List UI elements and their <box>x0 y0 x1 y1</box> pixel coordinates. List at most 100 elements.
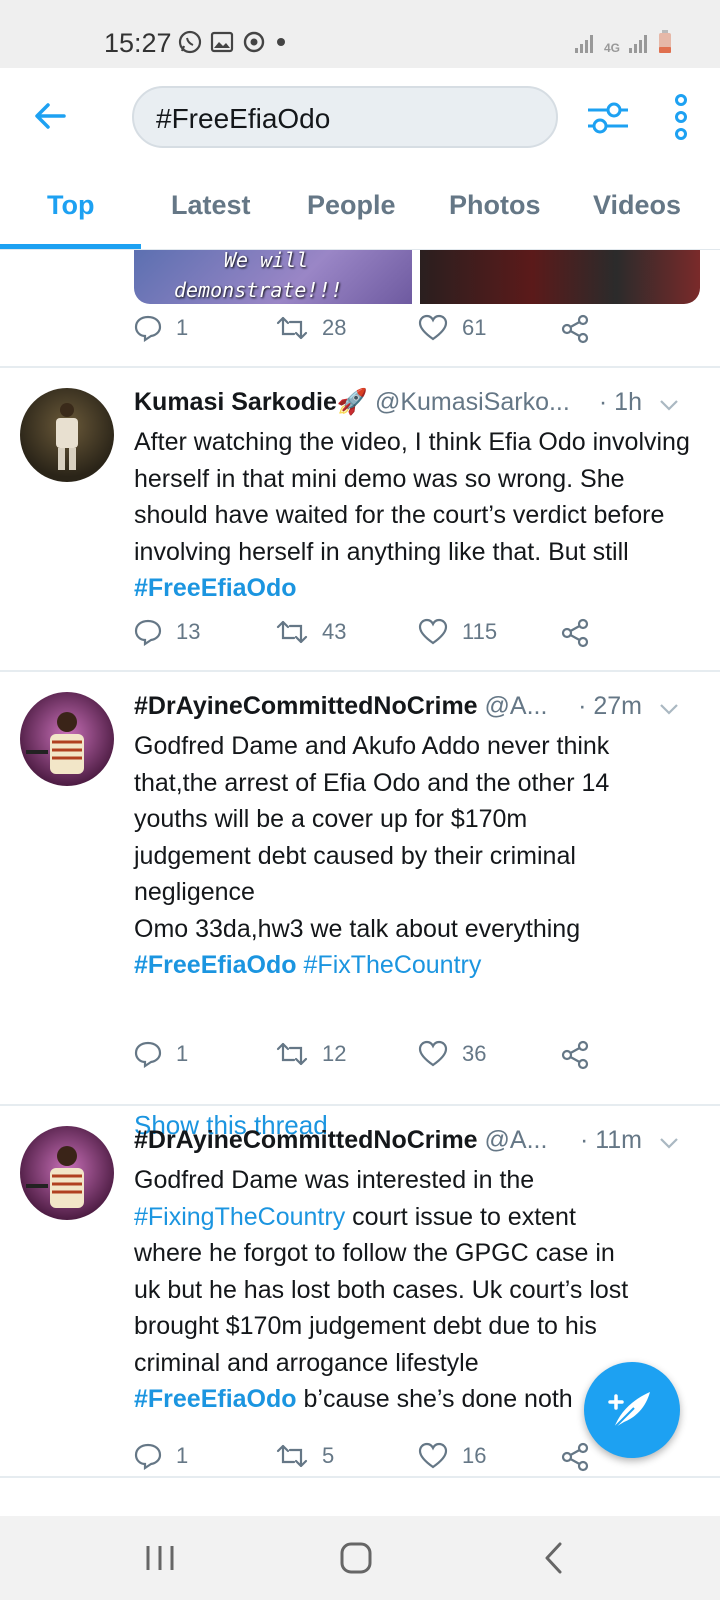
compose-feather-icon <box>608 1392 650 1429</box>
like-button[interactable]: 61 <box>418 314 486 342</box>
reply-icon <box>134 619 162 646</box>
search-input[interactable]: #FreeEfiaOdo <box>132 86 558 148</box>
arrow-left-icon[interactable] <box>30 96 70 136</box>
tweet-item[interactable]: #DrAyineCommittedNoCrime @A... · 27m God… <box>0 672 720 1140</box>
hashtag-link[interactable]: #FixTheCountry <box>304 951 482 979</box>
more-vertical-icon[interactable] <box>670 92 692 142</box>
retweet-button[interactable]: 43 <box>276 618 346 646</box>
share-button[interactable] <box>560 314 590 344</box>
username[interactable]: @A... <box>485 1126 548 1154</box>
back-nav-icon[interactable] <box>534 1538 574 1578</box>
tweet-time: · 27m <box>574 692 642 721</box>
like-button[interactable]: 115 <box>418 618 497 646</box>
sync-icon <box>243 31 265 53</box>
network-type: 4G <box>603 41 620 55</box>
tab-videos[interactable]: Videos <box>593 190 681 221</box>
reply-button[interactable]: 1 <box>134 314 188 342</box>
tweet-line: that,the arrest of Efia Odo and the othe… <box>134 768 610 797</box>
username[interactable]: @A... <box>485 692 548 720</box>
tweet-item[interactable]: Kumasi Sarkodie🚀 @KumasiSarko... · 1h Af… <box>0 368 720 670</box>
chevron-down-icon[interactable] <box>658 1132 680 1154</box>
username[interactable]: @KumasiSarko... <box>375 388 570 416</box>
share-icon <box>561 1040 589 1070</box>
tweet-line: judgement debt caused by their criminal <box>134 841 576 870</box>
retweet-button[interactable]: 12 <box>276 1040 346 1068</box>
retweet-icon <box>276 1444 308 1468</box>
retweet-count: 43 <box>322 619 347 644</box>
tweet-text: After watching the video, I think Efia O… <box>134 424 700 607</box>
hashtag-link[interactable]: #FreeEfiaOdo <box>134 1385 297 1413</box>
recent-apps-icon[interactable] <box>140 1538 180 1578</box>
filter-sliders-icon[interactable] <box>586 96 630 140</box>
tab-photos[interactable]: Photos <box>449 190 541 221</box>
media-caption: We will <box>224 250 309 272</box>
status-time: 15:27 <box>104 28 172 58</box>
active-tab-indicator <box>0 244 141 249</box>
reply-button[interactable]: 1 <box>134 1442 188 1470</box>
retweet-icon <box>276 1042 308 1066</box>
tweet-line-text: b’cause she’s done noth <box>296 1385 573 1413</box>
tweet-time: · 1h <box>594 388 642 417</box>
tweet-actions: 1 28 61 <box>134 314 614 354</box>
like-button[interactable]: 36 <box>418 1040 486 1068</box>
signal-icon <box>574 35 593 53</box>
reply-count: 1 <box>176 315 189 340</box>
like-button[interactable]: 16 <box>418 1442 486 1470</box>
heart-icon <box>418 314 448 341</box>
tweet-line: negligence <box>134 878 255 906</box>
tweet-header: #DrAyineCommittedNoCrime @A... · 27m <box>134 692 694 728</box>
reply-icon <box>134 1443 162 1470</box>
share-button[interactable] <box>560 618 590 648</box>
home-icon[interactable] <box>336 1538 376 1578</box>
like-count: 115 <box>462 619 498 644</box>
reply-icon <box>134 315 162 342</box>
display-name[interactable]: #DrAyineCommittedNoCrime <box>134 1126 478 1154</box>
chevron-down-icon[interactable] <box>658 394 680 416</box>
tab-people[interactable]: People <box>307 190 396 221</box>
heart-icon <box>418 1040 448 1067</box>
hashtag-link[interactable]: #FreeEfiaOdo <box>134 574 297 602</box>
hashtag-link[interactable]: #FreeEfiaOdo <box>134 951 297 979</box>
retweet-icon <box>276 316 308 340</box>
chevron-down-icon[interactable] <box>658 698 680 720</box>
tweet-line: Godfred Dame and Akufo Addo never think <box>134 732 610 760</box>
retweet-icon <box>276 620 308 644</box>
reply-button[interactable]: 13 <box>134 618 200 646</box>
like-count: 16 <box>462 1443 487 1468</box>
avatar[interactable] <box>20 1126 114 1220</box>
hashtag-link[interactable]: #FixingTheCountry <box>134 1203 345 1231</box>
media-caption: demonstrate!!! <box>174 278 343 302</box>
tweet-line: brought $170m judgement debt due to his <box>134 1312 597 1340</box>
media-image-crowd[interactable] <box>420 250 700 304</box>
system-icons: 4G <box>574 30 672 54</box>
tweet-line-text: court issue to extent <box>345 1202 576 1231</box>
tweet-line: #FixingTheCountry court issue to extent <box>134 1199 700 1236</box>
retweet-count: 12 <box>322 1041 347 1066</box>
tab-latest[interactable]: Latest <box>171 190 251 221</box>
tweet-line: youths will be a cover up for $170m <box>134 805 528 833</box>
tweet-media[interactable]: We will demonstrate!!! <box>134 250 700 304</box>
retweet-button[interactable]: 28 <box>276 314 346 342</box>
heart-icon <box>418 1442 448 1469</box>
tweet-feed[interactable]: We will demonstrate!!! 1 28 61 Kumasi Sa… <box>0 250 720 1516</box>
retweet-button[interactable]: 5 <box>276 1442 334 1470</box>
reply-icon <box>134 1041 162 1068</box>
share-button[interactable] <box>560 1040 590 1070</box>
media-image-video[interactable]: We will demonstrate!!! <box>134 250 412 304</box>
display-name[interactable]: Kumasi Sarkodie🚀 <box>134 388 368 416</box>
share-icon <box>561 314 589 344</box>
tweet-line: Godfred Dame was interested in the <box>134 1166 535 1194</box>
tweet-text: Godfred Dame and Akufo Addo never think … <box>134 728 700 984</box>
avatar[interactable] <box>20 388 114 482</box>
reply-count: 1 <box>176 1443 189 1468</box>
battery-icon <box>659 30 671 53</box>
status-bar: 15:27 4G <box>0 0 720 68</box>
reply-button[interactable]: 1 <box>134 1040 188 1068</box>
tweet-line: #FreeEfiaOdo #FixTheCountry <box>134 947 700 984</box>
avatar[interactable] <box>20 692 114 786</box>
display-name[interactable]: #DrAyineCommittedNoCrime <box>134 692 478 720</box>
dot-icon <box>277 38 285 46</box>
compose-tweet-button[interactable] <box>584 1362 680 1458</box>
tweet-actions: 13 43 115 <box>134 618 614 658</box>
tab-top[interactable]: Top <box>47 190 94 221</box>
